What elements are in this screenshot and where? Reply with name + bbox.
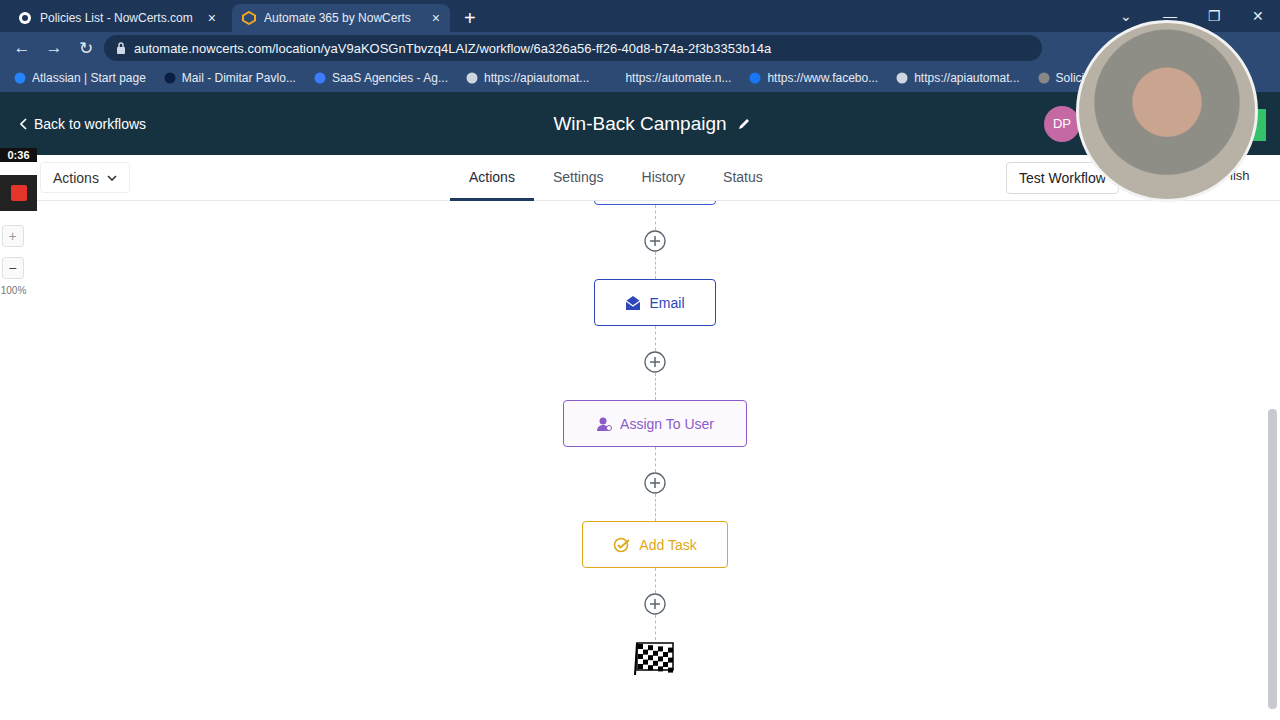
workflow-node[interactable]: Assign To User bbox=[563, 400, 747, 447]
connector bbox=[655, 252, 656, 279]
bookmark-icon bbox=[164, 72, 176, 84]
bookmark[interactable]: SaaS Agencies - Ag... bbox=[314, 71, 448, 85]
add-step-icon bbox=[644, 593, 666, 615]
scrollbar-thumb[interactable] bbox=[1268, 409, 1277, 709]
window-control[interactable]: ⌄ bbox=[1104, 8, 1148, 24]
dropdown-label: Actions bbox=[53, 170, 99, 186]
bookmark-label: https://www.facebo... bbox=[767, 71, 878, 85]
browser-tab[interactable]: Policies List - NowCerts.com × bbox=[8, 4, 226, 32]
connector bbox=[655, 447, 656, 472]
task-check-icon bbox=[613, 537, 631, 553]
connector bbox=[655, 615, 656, 640]
bookmark-icon bbox=[896, 72, 908, 84]
recorder-controls: 0:36 + − 100% bbox=[0, 148, 37, 296]
bookmark-icon bbox=[314, 72, 326, 84]
add-step-icon bbox=[644, 230, 666, 252]
back-label: Back to workflows bbox=[34, 116, 146, 132]
nav-button[interactable]: ↻ bbox=[72, 38, 100, 59]
bookmark-icon bbox=[607, 72, 619, 84]
nav-button[interactable]: ← bbox=[8, 38, 36, 58]
bookmark-label: SaaS Agencies - Ag... bbox=[332, 71, 448, 85]
user-avatar[interactable]: DP bbox=[1044, 106, 1080, 142]
address-bar[interactable]: automate.nowcerts.com/location/yaV9aKOSG… bbox=[104, 35, 1042, 61]
chevron-left-icon bbox=[20, 118, 28, 130]
bookmark[interactable]: https://apiautomat... bbox=[896, 71, 1019, 85]
nav-button[interactable]: → bbox=[40, 38, 68, 58]
bookmark-icon bbox=[1038, 72, 1050, 84]
stop-icon bbox=[11, 185, 27, 201]
view-tab[interactable]: Settings bbox=[534, 155, 623, 201]
tab-label: Automate 365 by NowCerts bbox=[264, 11, 424, 25]
pencil-icon bbox=[737, 117, 751, 131]
tab-strip: Policies List - NowCerts.com×Automate 36… bbox=[0, 0, 1280, 32]
bookmark-icon bbox=[14, 72, 26, 84]
webcam-overlay bbox=[1076, 20, 1258, 202]
bookmark-icon bbox=[749, 72, 761, 84]
bookmark[interactable]: Atlassian | Start page bbox=[14, 71, 146, 85]
user-assign-icon bbox=[596, 416, 612, 432]
bookmark-label: https://automate.n... bbox=[625, 71, 731, 85]
stop-recording-button[interactable] bbox=[0, 175, 37, 211]
bookmark[interactable]: Mail - Dimitar Pavlo... bbox=[164, 71, 296, 85]
lock-icon bbox=[116, 42, 126, 54]
add-step-icon bbox=[644, 351, 666, 373]
bookmark-icon bbox=[466, 72, 478, 84]
window-control[interactable]: ✕ bbox=[1236, 8, 1280, 24]
connector bbox=[655, 373, 656, 400]
address-row: ←→↻ automate.nowcerts.com/location/yaV9aK… bbox=[0, 32, 1280, 64]
bookmark[interactable]: https://automate.n... bbox=[607, 71, 731, 85]
view-tabs: ActionsSettingsHistoryStatus bbox=[450, 155, 782, 201]
connector bbox=[655, 568, 656, 593]
envelope-icon bbox=[625, 295, 641, 311]
actions-dropdown[interactable]: Actions bbox=[40, 162, 130, 193]
url-text: automate.nowcerts.com/location/yaV9aKOSG… bbox=[134, 41, 771, 56]
bookmark-label: Atlassian | Start page bbox=[32, 71, 146, 85]
bookmark-label: Mail - Dimitar Pavlo... bbox=[182, 71, 296, 85]
finish-flag-icon bbox=[632, 640, 678, 676]
workflow-title: Win-Back Campaign bbox=[260, 113, 1044, 135]
node-label: Assign To User bbox=[620, 416, 714, 432]
back-link[interactable]: Back to workflows bbox=[20, 116, 320, 132]
workflow-node[interactable]: Email bbox=[594, 279, 716, 326]
toolbar: ActionsActionsSettingsHistoryStatusTest … bbox=[0, 155, 1280, 201]
workflow-canvas[interactable]: Email Assign To User Add Task bbox=[0, 201, 1280, 720]
workflow: Email Assign To User Add Task bbox=[30, 201, 1280, 676]
bookmark-label: https://apiautomat... bbox=[484, 71, 589, 85]
view-tab[interactable]: Status bbox=[704, 155, 782, 201]
add-step-icon bbox=[644, 472, 666, 494]
zoom-level: 100% bbox=[1, 285, 27, 296]
connector bbox=[655, 205, 656, 230]
bookmark[interactable]: https://apiautomat... bbox=[466, 71, 589, 85]
zoom-in-button[interactable]: + bbox=[2, 225, 24, 247]
chevron-down-icon bbox=[107, 175, 117, 181]
node-label: Add Task bbox=[639, 537, 696, 553]
recording-time: 0:36 bbox=[0, 148, 37, 162]
tab-close[interactable]: × bbox=[208, 10, 216, 26]
window-control[interactable]: ❐ bbox=[1192, 8, 1236, 24]
new-tab-button[interactable]: + bbox=[456, 4, 484, 32]
connector bbox=[655, 494, 656, 521]
zoom-out-button[interactable]: − bbox=[2, 257, 24, 279]
nowcerts-icon bbox=[18, 11, 32, 25]
tab-label: Policies List - NowCerts.com bbox=[40, 11, 200, 25]
tab-close[interactable]: × bbox=[432, 10, 440, 26]
view-tab[interactable]: Actions bbox=[450, 155, 534, 201]
browser-tab[interactable]: Automate 365 by NowCerts × bbox=[232, 4, 450, 32]
bookmark[interactable]: https://www.facebo... bbox=[749, 71, 878, 85]
bookmark-label: https://apiautomat... bbox=[914, 71, 1019, 85]
scrollbar[interactable] bbox=[1268, 209, 1277, 719]
workflow-node[interactable]: Add Task bbox=[582, 521, 728, 568]
connector bbox=[655, 326, 656, 351]
automate-icon bbox=[242, 11, 256, 25]
node-label: Email bbox=[649, 295, 684, 311]
view-tab[interactable]: History bbox=[623, 155, 705, 201]
title-text: Win-Back Campaign bbox=[553, 113, 726, 135]
